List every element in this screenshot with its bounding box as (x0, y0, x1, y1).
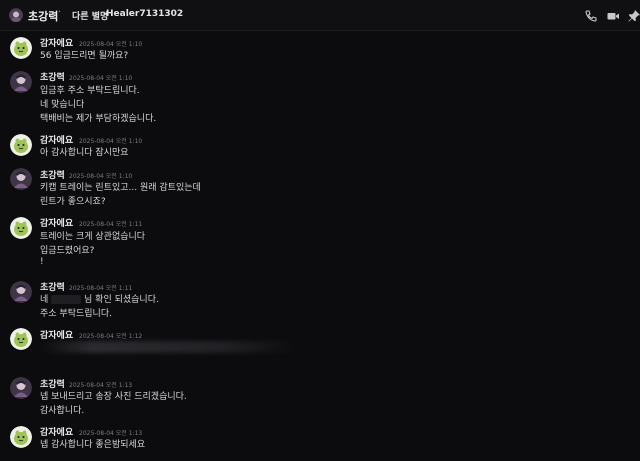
message-author[interactable]: 초강력 (40, 70, 65, 83)
avatar-chogangryeok[interactable] (10, 168, 32, 190)
message-text: 입금후 주소 부탁드립니다. (40, 86, 140, 96)
message-text: 키캡 트레이는 린트있고... 원래 감트있는데 (40, 183, 201, 193)
header-title: 초강력 (28, 10, 59, 23)
header-avatar[interactable] (9, 8, 23, 22)
message-timestamp: 2025-08-04 오전 1:12 (79, 333, 143, 340)
message-timestamp: 2025-08-04 오전 1:10 (79, 41, 143, 48)
redacted-message (40, 341, 298, 353)
avatar-potato[interactable] (10, 134, 32, 156)
pin-icon[interactable] (627, 8, 640, 22)
message-text: 린트가 좋으시죠? (40, 197, 106, 207)
message-text: 넵 감사합니다 좋은밤되세요 (40, 440, 146, 450)
message-text: ! (40, 257, 44, 267)
redacted-name (51, 295, 82, 304)
message-timestamp: 2025-08-04 오전 1:10 (69, 75, 133, 82)
avatar-chogangryeok[interactable] (10, 281, 32, 303)
avatar-potato[interactable] (10, 217, 32, 239)
message-author[interactable]: 감자에요 (40, 216, 73, 229)
message-text: 주소 부탁드립니다. (40, 309, 112, 319)
message-timestamp: 2025-08-04 오전 1:11 (69, 285, 133, 292)
header-username: Healer7131302 (106, 9, 184, 19)
message-text: 트레이는 크게 상관없습니다 (40, 232, 146, 242)
message-text: 56 입금드리면 될까요? (40, 51, 129, 61)
message-timestamp: 2025-08-04 오전 1:13 (69, 382, 133, 389)
message-author[interactable]: 감자에요 (40, 328, 73, 341)
message-text-part: 네 (40, 295, 49, 305)
chat-header: 초강력 · 다른 별명 Healer7131302 (0, 0, 640, 31)
message-text: 네 맞습니다 (40, 100, 85, 110)
message-text: 입금드렸어요? (40, 246, 95, 256)
avatar-potato[interactable] (10, 37, 32, 59)
message-text-part: 님 확인 되셨습니다. (84, 295, 159, 305)
header-nickname-label: 다른 별명 (72, 12, 109, 22)
avatar-potato[interactable] (10, 328, 32, 350)
avatar-chogangryeok[interactable] (10, 377, 32, 399)
message-timestamp: 2025-08-04 오전 1:13 (79, 430, 143, 437)
message-text: 네 님 확인 되셨습니다. (40, 292, 159, 305)
avatar-chogangryeok[interactable] (10, 71, 32, 93)
voice-call-icon[interactable] (584, 8, 598, 22)
message-timestamp: 2025-08-04 오전 1:10 (79, 138, 143, 145)
header-separator: · (58, 7, 62, 18)
message-timestamp: 2025-08-04 오전 1:11 (79, 221, 143, 228)
message-text: 넵 보내드리고 송장 사진 드리겠습니다. (40, 392, 187, 402)
message-text: 아 감사합니다 잠시만요 (40, 148, 129, 158)
message-timestamp: 2025-08-04 오전 1:10 (69, 173, 133, 180)
message-text: 택배비는 제가 부담하겠습니다. (40, 114, 157, 124)
message-text: 감사합니다. (40, 406, 85, 416)
video-call-icon[interactable] (606, 8, 620, 22)
avatar-potato[interactable] (10, 426, 32, 448)
